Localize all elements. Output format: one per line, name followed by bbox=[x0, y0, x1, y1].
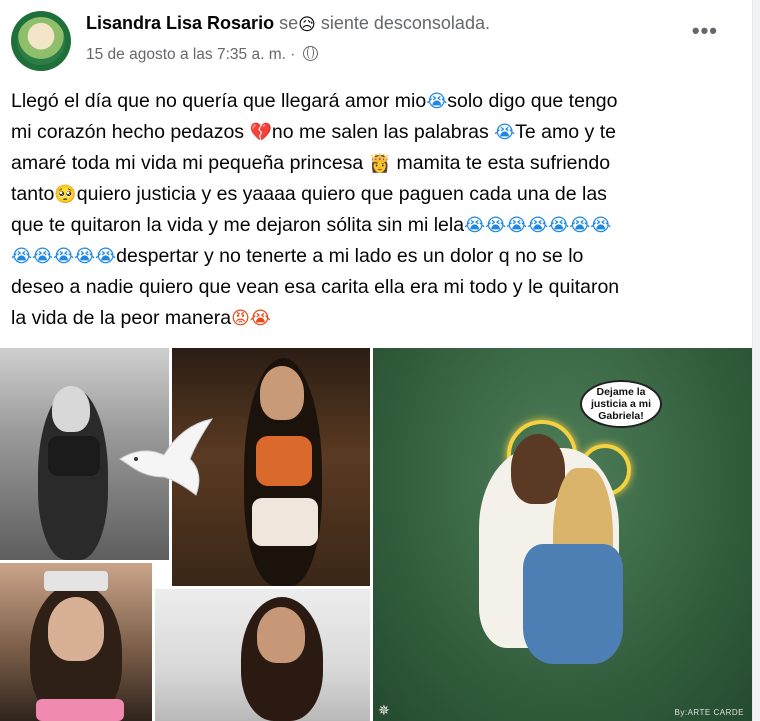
crying-emoji-icon: 😭 bbox=[426, 91, 448, 112]
feeling-text: siente desconsolada. bbox=[320, 13, 490, 33]
post-line-5: que te quitaron la vida y me dejaron sól… bbox=[11, 210, 739, 241]
more-options-button[interactable]: ••• bbox=[692, 20, 718, 42]
speech-bubble: Dejame la justicia a mi Gabriela! bbox=[580, 380, 662, 428]
globe-icon[interactable] bbox=[302, 46, 318, 61]
timestamp[interactable]: 15 de agosto a las 7:35 a. m. · bbox=[86, 46, 295, 63]
feeling-prefix: se bbox=[279, 13, 299, 33]
image-credit: By:ARTE CARDE bbox=[674, 708, 744, 717]
post-line-3: amaré toda mi vida mi pequeña princesa 👸… bbox=[11, 148, 739, 179]
artist-mark-icon: ✵ bbox=[378, 702, 390, 718]
post-line-8: la vida de la peor manera😡😭 bbox=[11, 303, 739, 334]
feeling-emoji-icon: 😥 bbox=[298, 15, 316, 35]
post-line-7: deseo a nadie quiero que vean esa carita… bbox=[11, 276, 620, 298]
author-name[interactable]: Lisandra Lisa Rosario bbox=[86, 13, 274, 33]
post-line-2: mi corazón hecho pedazos 💔no me salen la… bbox=[11, 117, 739, 148]
crying-emoji-icon: 😭 bbox=[494, 122, 516, 143]
illustration-jesus[interactable] bbox=[373, 348, 752, 721]
post-line-1: Llegó el día que no quería que llegará a… bbox=[11, 86, 739, 117]
angry-emoji-icon: 😡😭 bbox=[231, 308, 271, 329]
princess-emoji-icon: 👸 bbox=[368, 153, 392, 174]
post-meta: 15 de agosto a las 7:35 a. m. · bbox=[86, 46, 318, 64]
post-body: Llegó el día que no quería que llegará a… bbox=[11, 86, 739, 334]
broken-heart-icon: 💔 bbox=[249, 122, 272, 143]
post-header: Lisandra Lisa Rosario se😥 siente descons… bbox=[86, 13, 490, 35]
crying-emoji-icon: 😭😭😭😭😭 bbox=[11, 246, 117, 267]
post-card: Lisandra Lisa Rosario se😥 siente descons… bbox=[0, 0, 753, 721]
post-line-6: 😭😭😭😭😭despertar y no tenerte a mi lado es… bbox=[11, 241, 739, 272]
crying-emoji-icon: 😭😭😭😭😭😭😭 bbox=[464, 215, 612, 236]
post-line-4: tanto🥺quiero justicia y es yaaaa quiero … bbox=[11, 179, 739, 210]
pleading-emoji-icon: 🥺 bbox=[54, 184, 77, 205]
photo-newspaper[interactable] bbox=[155, 589, 370, 721]
dove-icon bbox=[119, 418, 214, 496]
photo-tiara-birthday[interactable] bbox=[0, 563, 152, 721]
avatar[interactable] bbox=[11, 11, 71, 71]
